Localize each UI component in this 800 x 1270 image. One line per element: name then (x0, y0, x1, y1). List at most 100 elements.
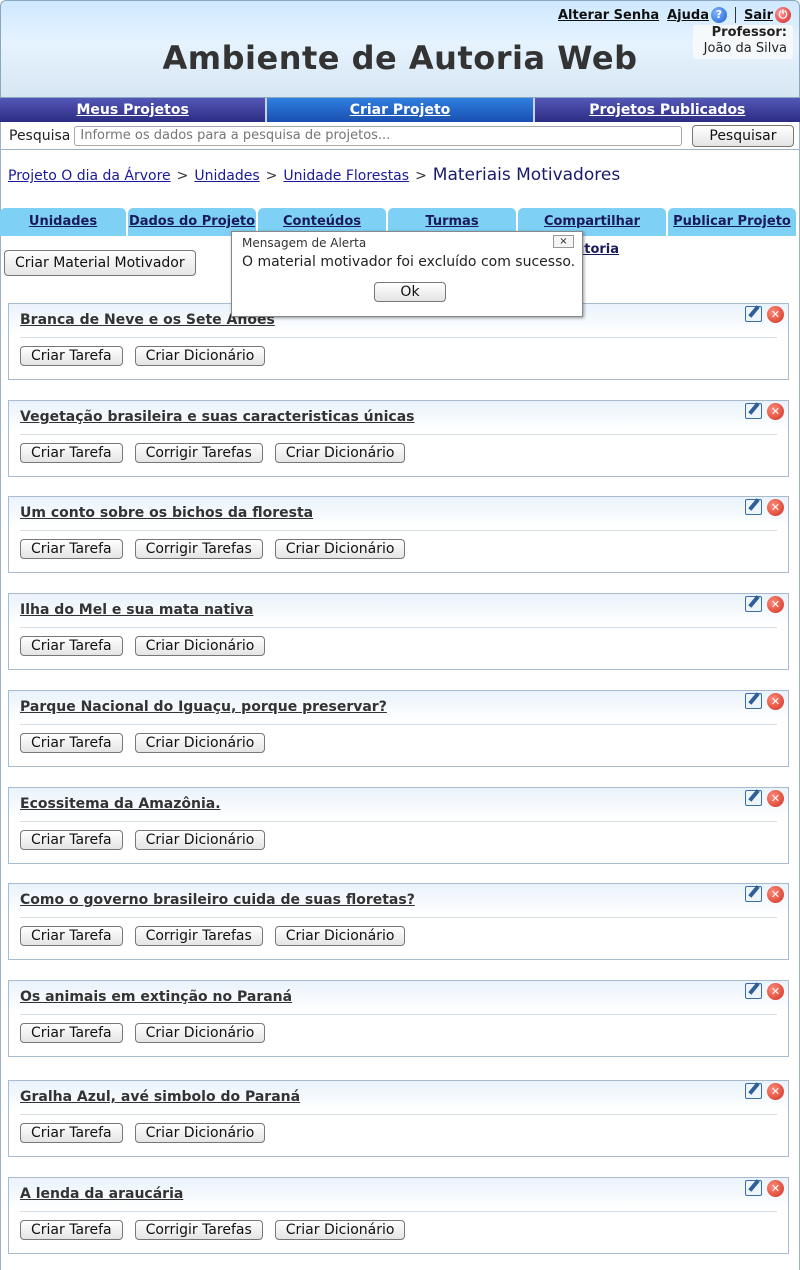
search-bar: Pesquisa Pesquisar (0, 122, 800, 150)
delete-icon[interactable]: ✕ (767, 886, 784, 903)
correct-tasks-button[interactable]: Corrigir Tarefas (134, 926, 263, 946)
divider (20, 1211, 777, 1212)
edit-icon[interactable] (745, 596, 762, 612)
alert-message: O material motivador foi excluído com su… (242, 254, 576, 270)
edit-icon[interactable] (745, 306, 762, 322)
tab-publish-project[interactable]: Publicar Projeto (668, 208, 796, 236)
edit-icon[interactable] (745, 886, 762, 902)
divider (20, 434, 777, 435)
tab-units[interactable]: Unidades (0, 208, 126, 236)
material-title[interactable]: Os animais em extinção no Paraná (20, 989, 292, 1005)
change-password-link[interactable]: Alterar Senha (558, 8, 659, 23)
create-task-button[interactable]: Criar Tarefa (20, 1220, 123, 1240)
create-task-button[interactable]: Criar Tarefa (20, 733, 123, 753)
breadcrumb-project[interactable]: Projeto O dia da Árvore (8, 168, 171, 184)
create-dictionary-button[interactable]: Criar Dicionário (134, 733, 266, 753)
create-dictionary-button[interactable]: Criar Dicionário (134, 346, 266, 366)
material-icons: ✕ (745, 499, 784, 516)
delete-icon[interactable]: ✕ (767, 1083, 784, 1100)
create-dictionary-button[interactable]: Criar Dicionário (274, 443, 406, 463)
delete-icon[interactable]: ✕ (767, 306, 784, 323)
create-dictionary-button[interactable]: Criar Dicionário (134, 830, 266, 850)
close-icon[interactable]: × (553, 235, 574, 248)
edit-icon[interactable] (745, 693, 762, 709)
correct-tasks-button[interactable]: Corrigir Tarefas (134, 539, 263, 559)
breadcrumb-unit[interactable]: Unidade Florestas (283, 168, 409, 184)
create-material-button[interactable]: Criar Material Motivador (4, 250, 196, 276)
material-actions: Criar Tarefa Corrigir Tarefas Criar Dicion… (20, 1220, 417, 1240)
create-task-button[interactable]: Criar Tarefa (20, 539, 123, 559)
material-card: Como o governo brasileiro cuida de suas … (8, 883, 789, 960)
material-title[interactable]: Um conto sobre os bichos da floresta (20, 505, 313, 521)
divider (20, 917, 777, 918)
delete-icon[interactable]: ✕ (767, 983, 784, 1000)
edit-icon[interactable] (745, 403, 762, 419)
help-icon[interactable]: ? (710, 7, 727, 23)
search-button[interactable]: Pesquisar (692, 124, 794, 147)
help-link[interactable]: Ajuda (667, 8, 709, 23)
material-icons: ✕ (745, 1083, 784, 1100)
delete-icon[interactable]: ✕ (767, 693, 784, 710)
create-task-button[interactable]: Criar Tarefa (20, 926, 123, 946)
material-card: Gralha Azul, avé simbolo do Paraná Criar … (8, 1080, 789, 1157)
create-dictionary-button[interactable]: Criar Dicionário (134, 1023, 266, 1043)
delete-icon[interactable]: ✕ (767, 596, 784, 613)
edit-icon[interactable] (745, 1083, 762, 1099)
create-dictionary-button[interactable]: Criar Dicionário (274, 1220, 406, 1240)
app-title: Ambiente de Autoria Web (162, 39, 638, 77)
breadcrumb-separator: > (415, 168, 427, 184)
material-actions: Criar Tarefa Criar Dicionário (20, 1123, 277, 1143)
material-actions: Criar Tarefa Corrigir Tarefas Criar Dicion… (20, 443, 417, 463)
create-task-button[interactable]: Criar Tarefa (20, 636, 123, 656)
create-task-button[interactable]: Criar Tarefa (20, 1123, 123, 1143)
material-title[interactable]: Ecossitema da Amazônia. (20, 796, 221, 812)
material-card: Um conto sobre os bichos da floresta Cria… (8, 496, 789, 573)
material-icons: ✕ (745, 306, 784, 323)
breadcrumb: Projeto O dia da Árvore > Unidades > Uni… (8, 165, 620, 185)
edit-icon[interactable] (745, 790, 762, 806)
breadcrumb-separator: > (176, 168, 189, 184)
material-actions: Criar Tarefa Criar Dicionário (20, 1023, 277, 1043)
nav-my-projects[interactable]: Meus Projetos (0, 98, 268, 122)
alert-dialog: Mensagem de Alerta × O material motivado… (231, 231, 583, 317)
edit-icon[interactable] (745, 983, 762, 999)
nav-create-project[interactable]: Criar Projeto (267, 98, 535, 122)
material-card: A lenda da araucária Criar Tarefa Corrigir… (8, 1177, 789, 1254)
nav-published-projects[interactable]: Projetos Publicados (534, 98, 800, 122)
material-title[interactable]: Parque Nacional do Iguaçu, porque preser… (20, 699, 387, 715)
delete-icon[interactable]: ✕ (767, 499, 784, 516)
divider (20, 337, 777, 338)
material-title[interactable]: Ilha do Mel e sua mata nativa (20, 602, 253, 618)
main-nav: Meus Projetos Criar Projeto Projetos Pub… (0, 98, 800, 122)
create-task-button[interactable]: Criar Tarefa (20, 346, 123, 366)
delete-icon[interactable]: ✕ (767, 403, 784, 420)
divider (20, 627, 777, 628)
delete-icon[interactable]: ✕ (767, 1180, 784, 1197)
top-links: Alterar Senha Ajuda ? Sair ⏻ (558, 5, 791, 25)
delete-icon[interactable]: ✕ (767, 790, 784, 807)
material-title[interactable]: Vegetação brasileira e suas caracteristi… (20, 409, 414, 425)
material-icons: ✕ (745, 983, 784, 1000)
divider (20, 1014, 777, 1015)
material-card: Parque Nacional do Iguaçu, porque preser… (8, 690, 789, 767)
search-input[interactable] (74, 125, 683, 146)
create-dictionary-button[interactable]: Criar Dicionário (134, 636, 266, 656)
material-title[interactable]: A lenda da araucária (20, 1186, 183, 1202)
material-title[interactable]: Como o governo brasileiro cuida de suas … (20, 892, 415, 908)
material-title[interactable]: Gralha Azul, avé simbolo do Paraná (20, 1089, 300, 1105)
edit-icon[interactable] (745, 499, 762, 515)
create-dictionary-button[interactable]: Criar Dicionário (274, 926, 406, 946)
edit-icon[interactable] (745, 1180, 762, 1196)
logout-link[interactable]: Sair (744, 8, 773, 23)
create-dictionary-button[interactable]: Criar Dicionário (274, 539, 406, 559)
create-dictionary-button[interactable]: Criar Dicionário (134, 1123, 266, 1143)
ok-button[interactable]: Ok (374, 282, 446, 302)
create-task-button[interactable]: Criar Tarefa (20, 443, 123, 463)
power-icon[interactable]: ⏻ (775, 7, 791, 23)
correct-tasks-button[interactable]: Corrigir Tarefas (134, 443, 263, 463)
create-task-button[interactable]: Criar Tarefa (20, 1023, 123, 1043)
breadcrumb-units[interactable]: Unidades (194, 168, 259, 184)
correct-tasks-button[interactable]: Corrigir Tarefas (134, 1220, 263, 1240)
create-task-button[interactable]: Criar Tarefa (20, 830, 123, 850)
material-icons: ✕ (745, 596, 784, 613)
